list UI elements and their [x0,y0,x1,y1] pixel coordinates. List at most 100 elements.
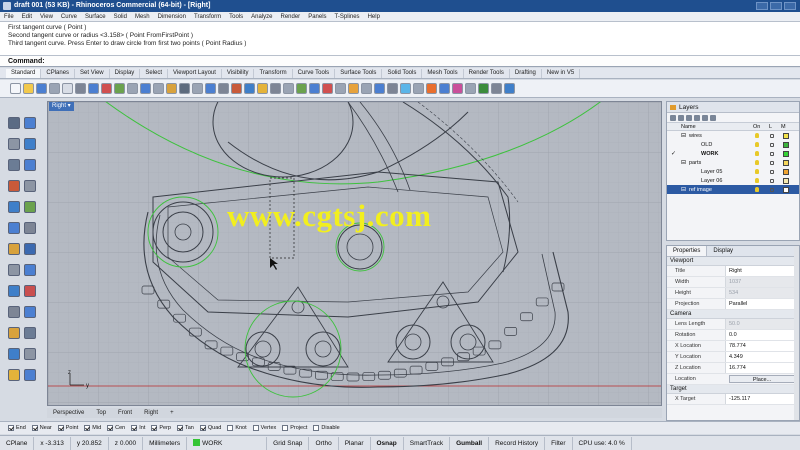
osnap-checkbox[interactable] [8,425,14,431]
left-tool-icon-1[interactable] [8,117,20,129]
column-name[interactable]: Name [681,123,753,130]
command-input[interactable] [42,57,782,66]
toolbar-icon-1[interactable] [10,83,21,94]
toolbar-icon-35[interactable] [452,83,463,94]
status-toggle-smarttrack[interactable]: SmartTrack [404,436,451,450]
osnap-vertex[interactable]: Vertex [252,425,276,431]
toolbar-tab-render-tools[interactable]: Render Tools [464,68,510,78]
osnap-knot[interactable]: Knot [227,425,247,431]
menu-item-panels[interactable]: Panels [308,14,326,20]
osnap-checkbox[interactable] [282,425,289,431]
left-tool-icon-2[interactable] [24,117,36,129]
property-value[interactable]: 16.774 [725,363,799,373]
left-tool-icon-16[interactable] [24,264,36,276]
left-tool-icon-20[interactable] [24,306,36,318]
layer-visibility-icon[interactable] [755,178,759,183]
left-tool-icon-17[interactable] [8,285,20,297]
view-tab-add[interactable]: + [170,410,174,416]
toolbar-icon-26[interactable] [335,83,346,94]
expand-icon[interactable]: ⊟ [681,159,686,166]
layer-color-swatch[interactable] [783,141,789,148]
toolbar-icon-28[interactable] [361,83,372,94]
osnap-checkbox[interactable] [252,425,259,431]
toolbar-tab-transform[interactable]: Transform [254,68,293,78]
layer-visibility-icon[interactable] [755,142,759,147]
menu-item-transform[interactable]: Transform [194,14,221,20]
osnap-checkbox[interactable] [151,425,158,431]
new-sublayer-icon[interactable] [678,114,684,121]
toolbar-tab-display[interactable]: Display [110,68,141,78]
toolbar-tab-solid-tools[interactable]: Solid Tools [382,68,423,78]
status-toggle-planar[interactable]: Planar [339,436,371,450]
left-tool-icon-7[interactable] [8,180,20,192]
view-tab-top[interactable]: Top [96,410,106,416]
layers-tab[interactable]: Layers [667,102,799,113]
toolbar-icon-3[interactable] [36,83,47,94]
osnap-cen[interactable]: Cen [107,425,125,431]
toolbar-icon-39[interactable] [504,83,515,94]
layer-lock-icon[interactable] [770,187,774,192]
left-tool-icon-19[interactable] [8,306,20,318]
left-tool-icon-13[interactable] [8,243,20,255]
left-tool-icon-21[interactable] [8,327,20,339]
property-value[interactable]: 4.349 [725,352,799,362]
move-up-icon[interactable] [694,114,700,121]
toolbar-icon-30[interactable] [387,83,398,94]
osnap-checkbox[interactable] [131,425,138,431]
toolbar-icon-37[interactable] [478,83,489,94]
menu-item-file[interactable]: File [4,14,14,20]
osnap-checkbox[interactable] [227,425,234,431]
layer-row[interactable]: ✓ WORK [667,149,799,158]
toolbar-icon-23[interactable] [296,83,307,94]
layer-lock-icon[interactable] [770,151,774,156]
new-layer-icon[interactable] [670,114,676,121]
menu-item-tools[interactable]: Tools [229,14,243,20]
property-value[interactable]: Right [725,266,799,276]
osnap-checkbox[interactable] [199,425,206,431]
layer-color-swatch[interactable] [783,168,789,175]
layer-lock-icon[interactable] [770,169,774,174]
toolbar-icon-33[interactable] [426,83,437,94]
menu-item-surface[interactable]: Surface [85,14,106,20]
toolbar-tab-standard[interactable]: Standard [6,68,42,78]
toolbar-icon-21[interactable] [270,83,281,94]
view-tab-right[interactable]: Right [144,410,158,416]
toolbar-icon-17[interactable] [218,83,229,94]
layer-lock-icon[interactable] [770,178,774,183]
menu-item-tsplines[interactable]: T-Splines [335,14,360,20]
menu-item-solid[interactable]: Solid [114,14,127,20]
layer-color-swatch[interactable] [783,177,789,184]
layer-row[interactable]: OLD [667,140,799,149]
left-tool-icon-25[interactable] [8,369,20,381]
left-tool-icon-18[interactable] [24,285,36,297]
left-tool-icon-12[interactable] [24,222,36,234]
current-layer[interactable]: WORK [187,436,268,450]
toolbar-tab-set-view[interactable]: Set View [75,68,110,78]
place-button[interactable]: Place... [729,375,795,383]
left-tool-icon-9[interactable] [8,201,20,213]
viewport-title-label[interactable]: Right ▾ [49,102,74,111]
layer-lock-icon[interactable] [770,142,774,147]
move-down-icon[interactable] [702,114,708,121]
toolbar-icon-16[interactable] [205,83,216,94]
toolbar-icon-24[interactable] [309,83,320,94]
property-value[interactable]: 78.774 [725,341,799,351]
layer-row[interactable]: Layer 06 [667,176,799,185]
left-tool-icon-24[interactable] [24,348,36,360]
status-toggle-ortho[interactable]: Ortho [309,436,339,450]
status-toggle-filter[interactable]: Filter [545,436,573,450]
left-tool-icon-23[interactable] [8,348,20,360]
close-button[interactable] [784,2,796,10]
menu-item-curve[interactable]: Curve [61,14,77,20]
view-tab-perspective[interactable]: Perspective [53,410,84,416]
toolbar-icon-19[interactable] [244,83,255,94]
toolbar-icon-6[interactable] [75,83,86,94]
toolbar-icon-31[interactable] [400,83,411,94]
right-viewport[interactable]: z y [47,101,662,406]
toolbar-icon-11[interactable] [140,83,151,94]
osnap-checkbox[interactable] [84,425,91,431]
layer-visibility-icon[interactable] [755,133,759,138]
osnap-checkbox[interactable] [313,425,320,431]
osnap-checkbox[interactable] [57,425,64,431]
toolbar-tab-viewport-layout[interactable]: Viewport Layout [168,68,222,78]
